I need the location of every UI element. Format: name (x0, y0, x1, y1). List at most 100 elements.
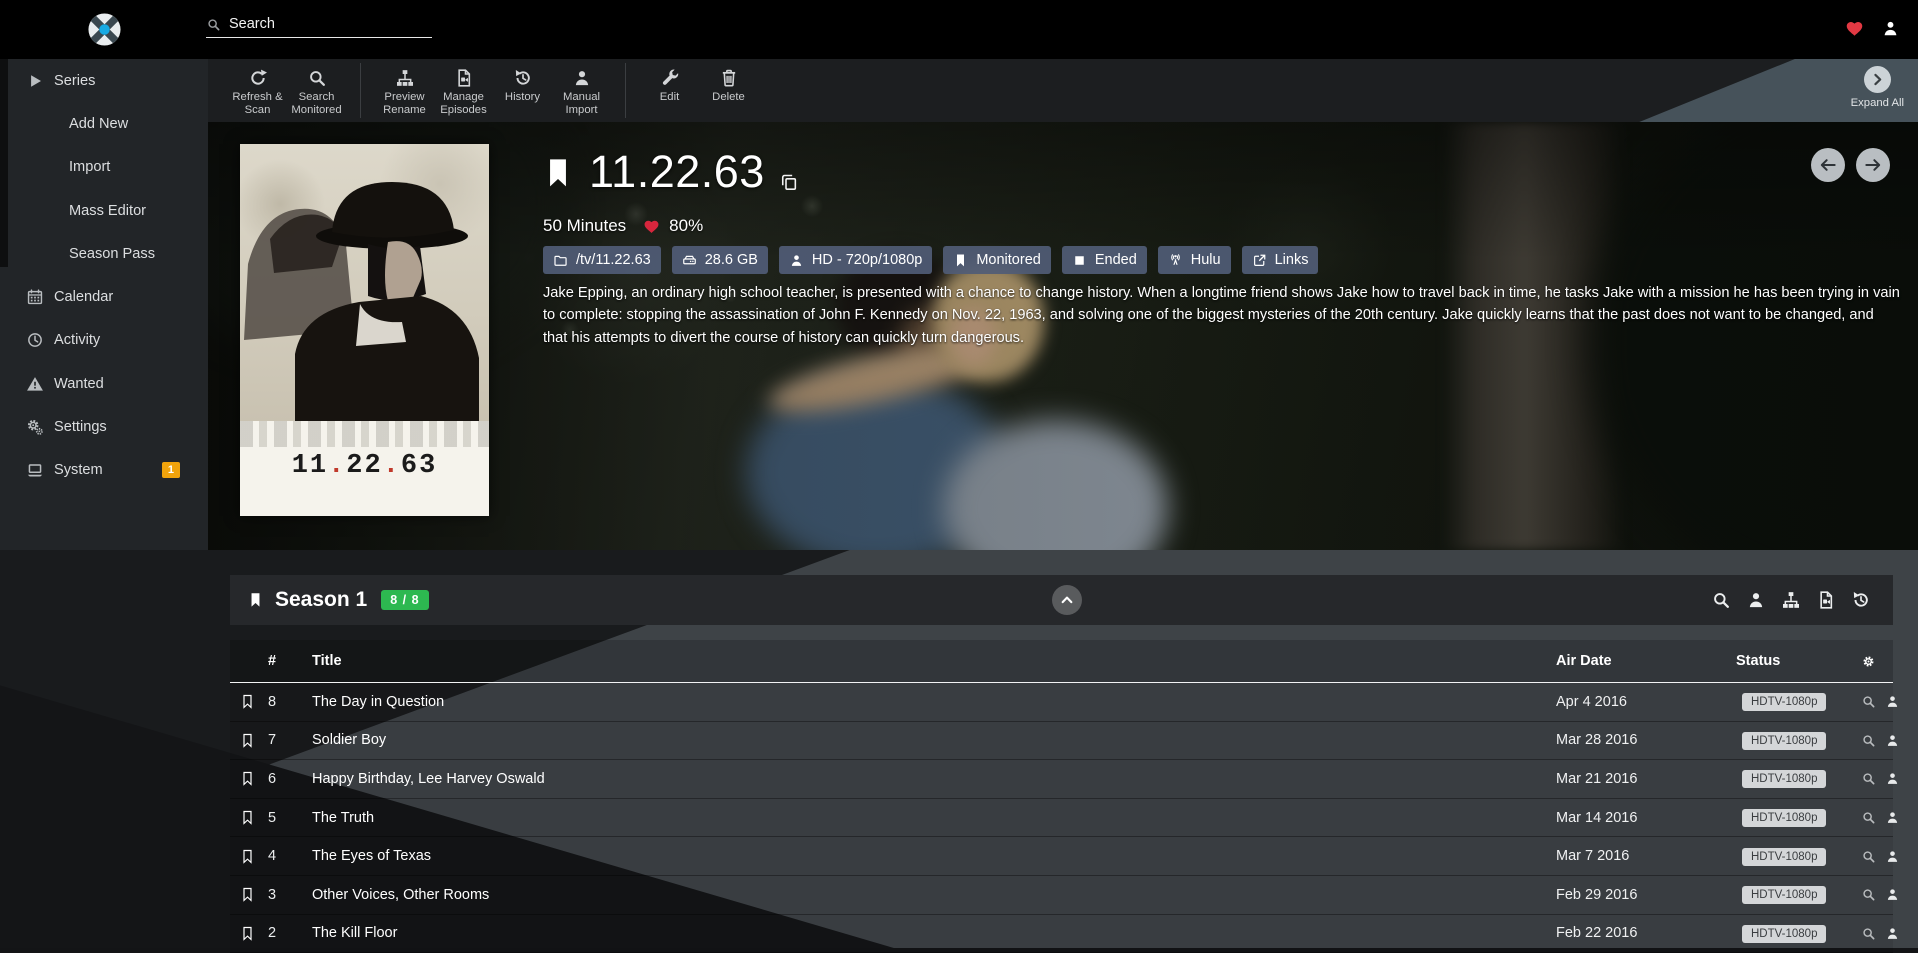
season-title: Season 1 (275, 588, 367, 612)
toolbar-button[interactable]: Manage Episodes (434, 59, 493, 122)
episode-count-badge: 8 / 8 (381, 590, 428, 610)
episode-number: 2 (268, 925, 312, 941)
episode-number: 4 (268, 848, 312, 864)
search-icon[interactable] (1861, 771, 1876, 786)
info-badge-label: 28.6 GB (705, 252, 758, 268)
copy-icon[interactable] (779, 172, 799, 192)
bookmark-icon[interactable] (247, 589, 264, 611)
sidebar-item[interactable]: Mass Editor (0, 189, 208, 232)
expand-all-button[interactable]: Expand All (1851, 66, 1904, 109)
sonarr-logo-icon[interactable] (87, 12, 122, 47)
search-icon[interactable] (1861, 887, 1876, 902)
toolbar-button[interactable]: Refresh & Scan (228, 59, 287, 122)
episode-title[interactable]: The Eyes of Texas (312, 848, 1556, 864)
manual-import-icon[interactable] (1885, 810, 1900, 825)
bookmark-icon (953, 253, 968, 268)
episode-row[interactable]: 4 The Eyes of Texas Mar 7 2016 HDTV-1080… (230, 837, 1893, 876)
search-icon[interactable] (1861, 733, 1876, 748)
episode-air-date: Feb 29 2016 (1556, 887, 1736, 903)
series-runtime: 50 Minutes (543, 216, 626, 236)
search-icon[interactable] (1711, 590, 1731, 610)
sidebar-item[interactable]: Import (0, 146, 208, 189)
tower-icon (1168, 253, 1183, 268)
gears-icon (26, 418, 44, 436)
bookmark-outline-icon[interactable] (240, 808, 255, 827)
bookmark-outline-icon[interactable] (240, 924, 255, 943)
episode-air-date: Mar 7 2016 (1556, 848, 1736, 864)
search-icon[interactable] (1861, 694, 1876, 709)
info-badge[interactable]: Links (1242, 246, 1319, 274)
episode-row[interactable]: 8 The Day in Question Apr 4 2016 HDTV-10… (230, 683, 1893, 722)
toolbar-button[interactable]: Preview Rename (375, 59, 434, 122)
sidebar-item[interactable]: Add New (0, 102, 208, 145)
search-icon[interactable] (1861, 926, 1876, 941)
episode-status-badge: HDTV-1080p (1742, 770, 1826, 788)
donate-heart-icon[interactable] (1845, 19, 1864, 38)
history-icon[interactable] (1851, 590, 1871, 610)
episode-title[interactable]: The Truth (312, 810, 1556, 826)
user-icon (789, 253, 804, 268)
info-badge[interactable]: /tv/11.22.63 (543, 246, 661, 274)
season-tools (1711, 590, 1871, 610)
sidebar-item[interactable]: System 1 (0, 449, 208, 492)
arrow-left-icon[interactable] (1811, 148, 1845, 182)
sidebar-item[interactable]: Season Pass (0, 232, 208, 275)
sidebar-item[interactable]: Series (0, 59, 208, 102)
episode-table: # Title Air Date Status 8 The Day in Que… (230, 640, 1893, 953)
manual-import-icon[interactable] (1885, 849, 1900, 864)
toolbar-separator (360, 63, 361, 118)
info-badge[interactable]: HD - 720p/1080p (779, 246, 932, 274)
sitemap-icon[interactable] (1781, 590, 1801, 610)
episode-row[interactable]: 5 The Truth Mar 14 2016 HDTV-1080p (230, 799, 1893, 838)
info-badge-label: Hulu (1191, 252, 1221, 268)
episode-title[interactable]: Happy Birthday, Lee Harvey Oswald (312, 771, 1556, 787)
episode-title[interactable]: The Day in Question (312, 694, 1556, 710)
bookmark-outline-icon[interactable] (240, 885, 255, 904)
manual-import-icon[interactable] (1885, 887, 1900, 902)
episode-air-date: Feb 22 2016 (1556, 925, 1736, 941)
bookmark-icon[interactable] (541, 152, 575, 194)
history-icon (513, 68, 533, 88)
episode-title[interactable]: The Kill Floor (312, 925, 1556, 941)
sidebar-item[interactable]: Calendar (0, 275, 208, 318)
episode-row[interactable]: 6 Happy Birthday, Lee Harvey Oswald Mar … (230, 760, 1893, 799)
manual-import-icon[interactable] (1885, 694, 1900, 709)
sidebar-scrollbar[interactable] (0, 59, 8, 267)
bookmark-outline-icon[interactable] (240, 769, 255, 788)
manual-import-icon[interactable] (1885, 733, 1900, 748)
manual-import-icon[interactable] (1885, 771, 1900, 786)
episode-title[interactable]: Soldier Boy (312, 732, 1556, 748)
toolbar-button[interactable]: Search Monitored (287, 59, 346, 122)
bookmark-outline-icon[interactable] (240, 847, 255, 866)
manual-import-icon[interactable] (1885, 926, 1900, 941)
episode-row[interactable]: 2 The Kill Floor Feb 22 2016 HDTV-1080p (230, 915, 1893, 953)
sidebar-item[interactable]: Settings (0, 405, 208, 448)
gear-icon[interactable] (1861, 654, 1876, 669)
search-icon[interactable] (1861, 810, 1876, 825)
toolbar-button[interactable]: Edit (640, 59, 699, 122)
arrow-right-icon[interactable] (1856, 148, 1890, 182)
info-badge[interactable]: Ended (1062, 246, 1147, 274)
filevideo-icon[interactable] (1816, 590, 1836, 610)
series-info-badges: /tv/11.22.63 28.6 GB HD - 720p/1080p Mon… (543, 246, 1318, 274)
bookmark-outline-icon[interactable] (240, 692, 255, 711)
bookmark-outline-icon[interactable] (240, 731, 255, 750)
info-badge[interactable]: Monitored (943, 246, 1050, 274)
episode-title[interactable]: Other Voices, Other Rooms (312, 887, 1556, 903)
sidebar-item[interactable]: Activity (0, 319, 208, 362)
info-badge[interactable]: Hulu (1158, 246, 1231, 274)
search-icon[interactable] (1861, 849, 1876, 864)
episode-row[interactable]: 3 Other Voices, Other Rooms Feb 29 2016 … (230, 876, 1893, 915)
top-bar (0, 0, 1918, 59)
info-badge[interactable]: 28.6 GB (672, 246, 768, 274)
sidebar-item[interactable]: Wanted (0, 362, 208, 405)
season-header[interactable]: Season 1 8 / 8 (230, 575, 1893, 625)
search-input[interactable] (229, 16, 432, 32)
chevron-up-icon[interactable] (1052, 585, 1082, 615)
toolbar-button[interactable]: Delete (699, 59, 758, 122)
toolbar-button[interactable]: Manual Import (552, 59, 611, 122)
toolbar-button[interactable]: History (493, 59, 552, 122)
episode-row[interactable]: 7 Soldier Boy Mar 28 2016 HDTV-1080p (230, 722, 1893, 761)
user-icon[interactable] (1746, 590, 1766, 610)
user-account-icon[interactable] (1881, 19, 1900, 38)
